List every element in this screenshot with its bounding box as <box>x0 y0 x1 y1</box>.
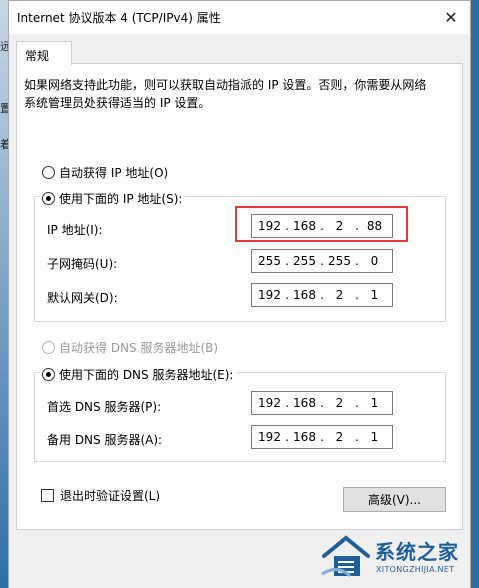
preferred-dns-label: 首选 DNS 服务器(P): <box>47 400 162 414</box>
watermark: 系统之家 XITONGZHIJIA.NET <box>320 530 470 584</box>
radio-button[interactable] <box>42 192 55 205</box>
close-button[interactable]: ✕ <box>438 5 464 29</box>
alternate-dns-input[interactable]: 192. 168. 2. 1 <box>251 425 393 449</box>
ip-octet: 192 <box>258 288 281 302</box>
alternate-dns-label: 备用 DNS 服务器(A): <box>47 433 163 447</box>
subnet-mask-label: 子网掩码(U): <box>47 257 118 271</box>
validate-on-exit-checkbox[interactable]: 退出时验证设置(L) <box>41 487 160 504</box>
default-gateway-input[interactable]: 192. 168. 2. 1 <box>251 283 393 307</box>
radio-button[interactable] <box>42 166 55 179</box>
ip-octet: 1 <box>370 396 379 410</box>
auto-dns-radio: 自动获得 DNS 服务器地址(B) <box>42 339 218 356</box>
ip-octet: 192 <box>258 396 281 410</box>
validate-on-exit-label: 退出时验证设置(L) <box>60 489 161 503</box>
preferred-dns-input[interactable]: 192. 168. 2. 1 <box>251 391 393 415</box>
ip-address-label: IP 地址(I): <box>47 223 103 237</box>
checkbox-box[interactable] <box>41 489 54 502</box>
ip-octet: 255 <box>293 254 316 268</box>
tab-strip: 常规 <box>9 34 470 65</box>
ip-octet: 192 <box>258 430 281 444</box>
intro-text: 如果网络支持此功能，则可以获取自动指派的 IP 设置。否则，你需要从网络系统管理… <box>24 78 427 110</box>
manual-ip-radio[interactable]: 使用下面的 IP 地址(S): <box>42 190 186 207</box>
watermark-title: 系统之家 <box>375 540 459 564</box>
ip-octet: 168 <box>293 288 316 302</box>
watermark-url: XITONGZHIJIA.NET <box>376 565 455 574</box>
subnet-mask-input[interactable]: 255. 255. 255. 0 <box>251 249 393 273</box>
highlight-box <box>235 206 408 242</box>
auto-ip-radio[interactable]: 自动获得 IP 地址(O) <box>42 164 168 181</box>
advanced-button[interactable]: 高级(V)... <box>343 487 446 512</box>
house-logo-icon <box>321 535 370 578</box>
ip-octet: 168 <box>293 430 316 444</box>
radio-button <box>42 341 55 354</box>
ip-octet: 168 <box>293 396 316 410</box>
ip-octet: 2 <box>335 288 344 302</box>
ip-octet: 1 <box>370 430 379 444</box>
ip-octet: 2 <box>335 430 344 444</box>
ip-octet: 2 <box>335 396 344 410</box>
auto-dns-label: 自动获得 DNS 服务器地址(B) <box>59 341 219 355</box>
manual-ip-label: 使用下面的 IP 地址(S): <box>59 192 183 206</box>
ip-octet: 0 <box>370 254 379 268</box>
ip-octet: 255 <box>328 254 351 268</box>
default-gateway-label: 默认网关(D): <box>47 291 118 305</box>
title-bar[interactable]: Internet 协议版本 4 (TCP/IPv4) 属性 ✕ <box>9 1 470 34</box>
window-title: Internet 协议版本 4 (TCP/IPv4) 属性 <box>17 11 221 25</box>
tab-general[interactable]: 常规 <box>16 41 72 65</box>
manual-dns-radio[interactable]: 使用下面的 DNS 服务器地址(E): <box>42 366 237 383</box>
auto-ip-label: 自动获得 IP 地址(O) <box>59 166 169 180</box>
ip-octet: 255 <box>258 254 281 268</box>
radio-button[interactable] <box>42 368 55 381</box>
manual-dns-label: 使用下面的 DNS 服务器地址(E): <box>59 368 234 382</box>
ip-octet: 1 <box>370 288 379 302</box>
